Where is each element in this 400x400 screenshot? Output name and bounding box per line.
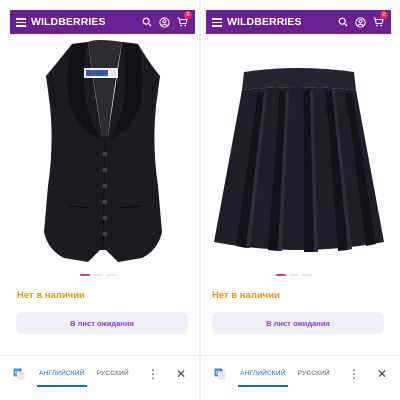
svg-text:G: G [15, 370, 19, 376]
pagination-dot[interactable] [289, 274, 299, 276]
brand-logo[interactable]: WILDBERRIES [31, 16, 106, 28]
pagination-dot[interactable] [302, 274, 312, 276]
lang-tab-english[interactable]: АНГЛИЙСКИЙ [238, 370, 288, 387]
cart-count-badge: 0 [184, 11, 192, 19]
add-to-waitlist-button[interactable]: В лист ожидания [16, 312, 188, 334]
close-icon[interactable]: ✕ [176, 368, 186, 380]
more-vert-icon[interactable]: ⋮ [147, 368, 159, 380]
app-header: WILDBERRIES 0 [10, 10, 195, 34]
pagination-dot[interactable] [106, 274, 116, 276]
lang-tab-russian[interactable]: РУССКИЙ [97, 370, 129, 377]
image-pagination [80, 274, 116, 276]
translate-bar: G АНГЛИЙСКИЙ РУССКИЙ ⋮ ✕ [201, 355, 400, 391]
google-translate-icon[interactable]: G [214, 368, 226, 380]
product-panel-left: WILDBERRIES 0 Нет в наличии В лист ожида… [0, 0, 199, 400]
search-icon[interactable] [338, 17, 348, 27]
cart-button[interactable]: 0 [373, 11, 388, 27]
google-translate-icon[interactable]: G [13, 368, 25, 380]
cart-count-badge: 0 [380, 11, 388, 19]
menu-icon[interactable] [16, 18, 26, 27]
lang-tab-english[interactable]: АНГЛИЙСКИЙ [37, 370, 87, 387]
pagination-dot[interactable] [93, 274, 103, 276]
stock-status: Нет в наличии [212, 290, 280, 301]
account-icon[interactable] [355, 16, 366, 28]
svg-text:G: G [216, 370, 220, 376]
pagination-dot[interactable] [80, 274, 90, 276]
stock-status: Нет в наличии [17, 290, 85, 301]
image-pagination [276, 274, 312, 276]
account-icon[interactable] [159, 16, 170, 28]
product-panel-right: WILDBERRIES 0 Нет в наличии В лист ожида… [201, 0, 400, 400]
translate-bar: G АНГЛИЙСКИЙ РУССКИЙ ⋮ ✕ [0, 355, 199, 391]
close-icon[interactable]: ✕ [377, 368, 387, 380]
app-header: WILDBERRIES 0 [206, 10, 391, 34]
product-image-pleated-skirt[interactable] [206, 36, 391, 270]
more-vert-icon[interactable]: ⋮ [348, 368, 360, 380]
cart-button[interactable]: 0 [177, 11, 192, 27]
search-icon[interactable] [142, 17, 152, 27]
lang-tab-russian[interactable]: РУССКИЙ [298, 370, 330, 377]
brand-logo[interactable]: WILDBERRIES [227, 16, 302, 28]
add-to-waitlist-button[interactable]: В лист ожидания [212, 312, 384, 334]
pagination-dot[interactable] [276, 274, 286, 276]
menu-icon[interactable] [212, 18, 222, 27]
product-image-vest[interactable] [10, 36, 195, 270]
